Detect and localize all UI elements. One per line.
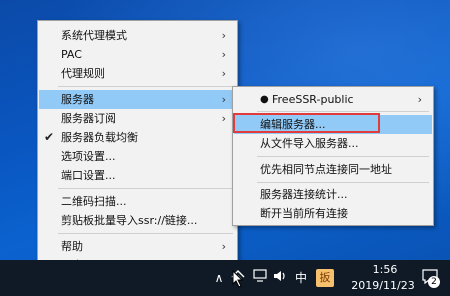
submenu-item-import-from-file[interactable]: 从文件导入服务器... [234,134,432,153]
menu-item-label: 编辑服务器... [260,118,326,131]
submenu-item-freessr-public[interactable]: ● FreeSSR-public › [234,90,432,109]
submenu-item-same-node-same-address[interactable]: 优先相同节点连接同一地址 [234,160,432,179]
show-hidden-icons-chevron[interactable]: ∧ [210,269,228,287]
menu-item-port-settings[interactable]: 端口设置... [39,166,236,185]
menu-separator [58,86,233,87]
menu-item-options[interactable]: 选项设置... [39,147,236,166]
menu-item-proxy-rules[interactable]: 代理规则 › [39,64,236,83]
chevron-right-icon: › [221,29,226,42]
submenu-item-connection-stats[interactable]: 服务器连接统计... [234,185,432,204]
menu-item-servers[interactable]: 服务器 › [39,90,236,109]
menu-separator [257,182,429,183]
menu-item-help[interactable]: 帮助 › [39,237,236,256]
chevron-right-icon: › [221,67,226,80]
chevron-right-icon: › [221,112,226,125]
chevron-right-icon: › [417,93,422,106]
submenu-item-disconnect-all[interactable]: 断开当前所有连接 [234,204,432,223]
volume-icon-graphic [273,271,285,281]
menu-item-qr-scan[interactable]: 二维码扫描... [39,192,236,211]
menu-separator [257,156,429,157]
servers-submenu: ● FreeSSR-public › 编辑服务器... 从文件导入服务器... … [232,86,434,226]
menu-item-label: 服务器连接统计... [260,188,348,201]
menu-item-server-subscription[interactable]: 服务器订阅 › [39,109,236,128]
clock-time[interactable]: 1:56 [360,263,410,276]
ime-indicator[interactable]: 中 [292,269,310,287]
menu-item-label: 帮助 [61,240,83,253]
menu-item-label: FreeSSR-public [272,93,354,106]
bullet-icon: ● [260,94,269,105]
menu-item-label: 断开当前所有连接 [260,207,348,220]
checkmark-icon: ✔ [44,130,55,144]
chevron-right-icon: › [221,240,226,253]
menu-item-label: 优先相同节点连接同一地址 [260,163,392,176]
menu-item-label: 服务器负载均衡 [61,131,138,144]
menu-separator [58,233,233,234]
menu-item-label: 选项设置... [61,150,116,163]
menu-item-pac[interactable]: PAC › [39,45,236,64]
menu-item-label: 服务器 [61,93,94,106]
menu-separator [257,111,429,112]
chevron-right-icon: › [221,48,226,61]
monitor-icon[interactable] [251,269,269,287]
notification-count-badge: 2 [428,276,440,288]
menu-item-label: 从文件导入服务器... [260,137,359,150]
clock-date[interactable]: 2019/11/23 [343,279,423,292]
menu-item-label: 服务器订阅 [61,112,116,125]
menu-item-label: 二维码扫描... [61,195,127,208]
monitor-icon-graphic [252,269,267,282]
menu-item-label: 剪贴板批量导入ssr://链接... [61,214,198,227]
menu-item-label: 代理规则 [61,67,105,80]
menu-separator [58,188,233,189]
chevron-right-icon: › [221,93,226,106]
menu-item-clipboard-import[interactable]: 剪贴板批量导入ssr://链接... [39,211,236,230]
menu-item-label: 端口设置... [61,169,116,182]
menu-item-load-balance[interactable]: ✔ 服务器负载均衡 [39,128,236,147]
volume-icon[interactable] [271,269,289,287]
menu-item-system-proxy-mode[interactable]: 系统代理模式 › [39,26,236,45]
menu-item-label: 系统代理模式 [61,29,127,42]
submenu-item-edit-servers[interactable]: 编辑服务器... [233,113,432,134]
mouse-cursor-icon [232,270,244,288]
taskbar: ∧ 中 扳 1:56 2019/11/23 2 [0,260,450,296]
ssr-tray-icon[interactable]: 扳 [316,269,334,287]
menu-item-label: PAC [61,48,82,61]
tray-context-menu: 系统代理模式 › PAC › 代理规则 › 服务器 › 服务器订阅 › ✔ 服务… [37,20,238,277]
